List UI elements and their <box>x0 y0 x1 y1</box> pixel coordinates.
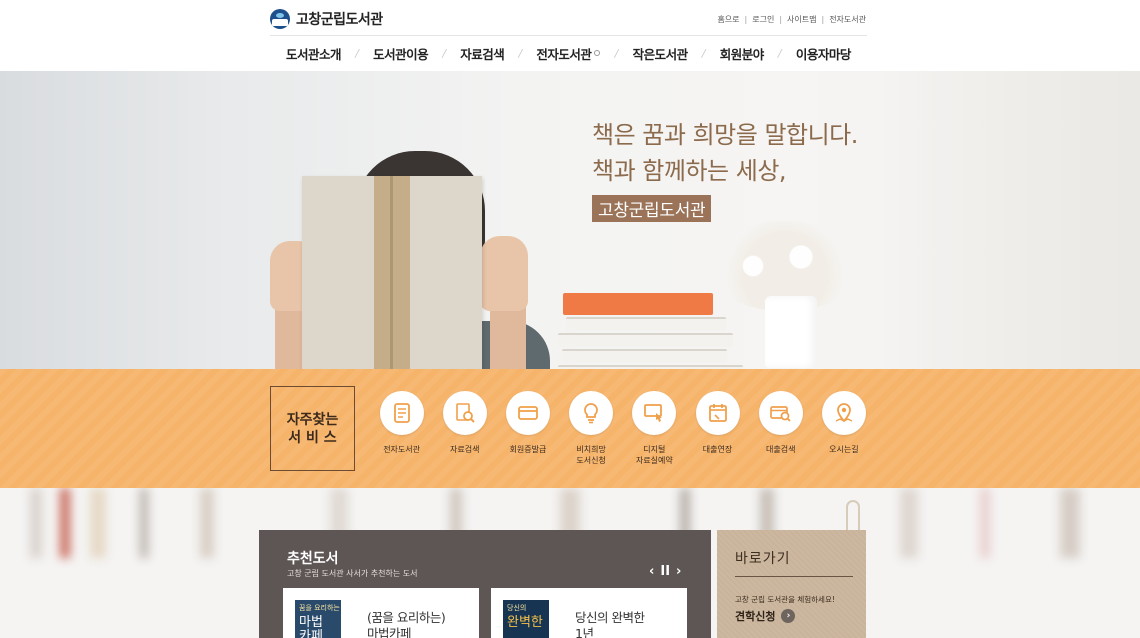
elibrary-link[interactable]: 전자도서관 <box>829 14 866 25</box>
home-link[interactable]: 홈으로 <box>717 14 739 25</box>
recommended-books: 추천도서 고창 군립 도서관 사서가 추천하는 도서 ‹ II › 꿈을 요리하… <box>259 530 711 638</box>
nav-item-usage[interactable]: 도서관이용 <box>373 44 429 63</box>
book-cover: 당신의 완벽한 <box>503 600 549 638</box>
services-list: 전자도서관 자료검색 회원증발급 비치희망 도서신청 디지털 자료실예약 대출연… <box>370 391 876 466</box>
frequent-services: 자주찾는 서 비 스 전자도서관 자료검색 회원증발급 비치희망 도서신청 디지… <box>0 369 1140 488</box>
map-pin-icon <box>835 403 853 423</box>
recommended-title: 추천도서 <box>287 551 339 567</box>
service-book-request[interactable]: 비치희망 도서신청 <box>560 391 623 466</box>
service-loan-extend[interactable]: 대출연장 <box>686 391 749 466</box>
service-member-card[interactable]: 회원증발급 <box>496 391 559 466</box>
monitor-hand-icon <box>644 404 663 422</box>
calendar-icon <box>708 404 727 422</box>
open-book-illustration <box>302 176 482 369</box>
shortcut-panel: 바로가기 고창 군립 도서관을 체험하세요! 견학신청 › <box>717 530 866 638</box>
tag-string <box>846 500 860 534</box>
prev-button[interactable]: ‹ <box>649 564 654 579</box>
sitemap-link[interactable]: 사이트맵 <box>787 14 816 25</box>
book-card[interactable]: 당신의 완벽한 당신의 완벽한 1년 <box>491 588 687 638</box>
slogan-tag: 고창군립도서관 <box>592 195 712 222</box>
login-link[interactable]: 로그인 <box>752 14 774 25</box>
arrow-right-icon: › <box>781 609 796 623</box>
logo-text: 고창군립도서관 <box>296 12 383 28</box>
site-header: 고창군립도서관 홈으로 | 로그인 | 사이트맵 | 전자도서관 도서관소개 /… <box>0 0 1140 71</box>
hero-slogan: 책은 꿈과 희망을 말합니다. 책과 함께하는 세상, 고창군립도서관 <box>592 117 858 222</box>
carousel-controls: ‹ II › <box>649 564 681 579</box>
card-icon <box>518 406 538 420</box>
slogan-line-2: 책과 함께하는 세상, <box>592 157 787 185</box>
service-loan-search[interactable]: 대출검색 <box>749 391 812 466</box>
external-link-icon <box>594 50 601 56</box>
next-button[interactable]: › <box>676 564 681 579</box>
service-search[interactable]: 자료검색 <box>433 391 496 466</box>
recommended-subtitle: 고창 군립 도서관 사서가 추천하는 도서 <box>287 569 418 578</box>
card-search-icon <box>769 406 791 422</box>
service-digital-reservation[interactable]: 디지털 자료실예약 <box>623 391 686 466</box>
hero-banner: 책은 꿈과 희망을 말합니다. 책과 함께하는 세상, 고창군립도서관 <box>0 71 1140 369</box>
ebook-icon <box>393 403 410 423</box>
shortcut-subtitle: 고창 군립 도서관을 체험하세요! <box>735 595 835 604</box>
pause-button[interactable]: II <box>660 564 670 579</box>
search-book-icon <box>455 403 475 423</box>
shortcut-title: 바로가기 <box>735 551 791 567</box>
site-logo[interactable]: 고창군립도서관 <box>270 9 383 29</box>
logo-icon <box>270 9 290 29</box>
service-ebook[interactable]: 전자도서관 <box>370 391 433 466</box>
nav-item-search[interactable]: 자료검색 <box>460 44 505 63</box>
book-stack-illustration <box>558 293 768 369</box>
utility-links: 홈으로 | 로그인 | 사이트맵 | 전자도서관 <box>717 14 866 25</box>
service-directions[interactable]: 오시는길 <box>812 391 875 466</box>
services-title: 자주찾는 서 비 스 <box>270 386 355 471</box>
nav-item-about[interactable]: 도서관소개 <box>286 44 342 63</box>
nav-item-community[interactable]: 이용자마당 <box>796 44 852 63</box>
book-cover: 꿈을 요리하는 마법 카페 <box>295 600 341 638</box>
main-nav: 도서관소개 / 도서관이용 / 자료검색 / 전자도서관 / 작은도서관 / 회… <box>270 36 867 70</box>
nav-item-members[interactable]: 회원분야 <box>720 44 765 63</box>
book-card[interactable]: 꿈을 요리하는 마법 카페 (꿈을 요리하는) 마법카페 <box>283 588 479 638</box>
slogan-line-1: 책은 꿈과 희망을 말합니다. <box>592 121 858 149</box>
nav-item-small-library[interactable]: 작은도서관 <box>633 44 689 63</box>
nav-item-elibrary[interactable]: 전자도서관 <box>536 44 601 63</box>
book-title: (꿈을 요리하는) 마법카페 <box>367 610 446 638</box>
tour-request-button[interactable]: 견학신청 › <box>735 608 796 624</box>
book-title: 당신의 완벽한 1년 <box>575 610 645 638</box>
lightbulb-icon <box>584 403 599 424</box>
vase-illustration <box>765 296 817 368</box>
